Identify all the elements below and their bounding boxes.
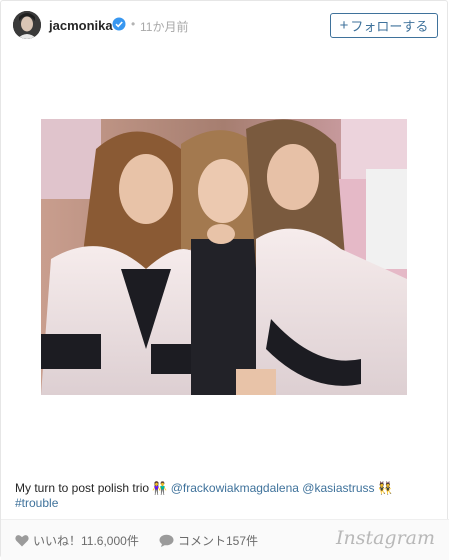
- post-time[interactable]: 11か月前: [140, 18, 188, 35]
- verified-badge-icon: [112, 17, 126, 31]
- post-footer: いいね！11.6,000件 コメント157件 Instagram: [1, 519, 449, 560]
- separator-dot: •: [131, 17, 136, 31]
- caption-emoji-dancers: 👯: [377, 481, 393, 495]
- username-link[interactable]: jacmonika: [49, 18, 113, 33]
- follow-button[interactable]: + フォローする: [330, 13, 438, 38]
- instagram-embed-card: jacmonika • 11か月前 + フォローする My turn to po…: [0, 0, 449, 560]
- instagram-logo[interactable]: Instagram: [336, 527, 435, 549]
- heart-icon: [15, 535, 29, 547]
- follow-button-label: フォローする: [350, 19, 429, 34]
- likes-label: いいね！11.6,000件: [33, 534, 139, 548]
- likes-count[interactable]: いいね！11.6,000件: [15, 532, 139, 549]
- post-header: jacmonika • 11か月前 + フォローする: [1, 1, 449, 51]
- photo-image: [41, 119, 407, 395]
- comments-label: コメント157件: [178, 534, 259, 548]
- mention-link-frackowiakmagdalena[interactable]: @frackowiakmagdalena: [171, 481, 299, 495]
- mention-link-kasiastruss[interactable]: @kasiastruss: [302, 481, 374, 495]
- comments-count[interactable]: コメント157件: [159, 532, 258, 549]
- plus-icon: +: [339, 17, 349, 34]
- caption-text: My turn to post polish trio: [15, 481, 150, 495]
- hashtag-link-trouble[interactable]: #trouble: [15, 496, 58, 510]
- post-caption: My turn to post polish trio 👫 @frackowia…: [15, 481, 435, 511]
- avatar-image: [13, 11, 41, 39]
- comment-bubble-icon: [159, 534, 174, 547]
- post-photo[interactable]: [41, 119, 407, 395]
- avatar[interactable]: [13, 11, 41, 39]
- caption-emoji-couple: 👫: [152, 481, 168, 495]
